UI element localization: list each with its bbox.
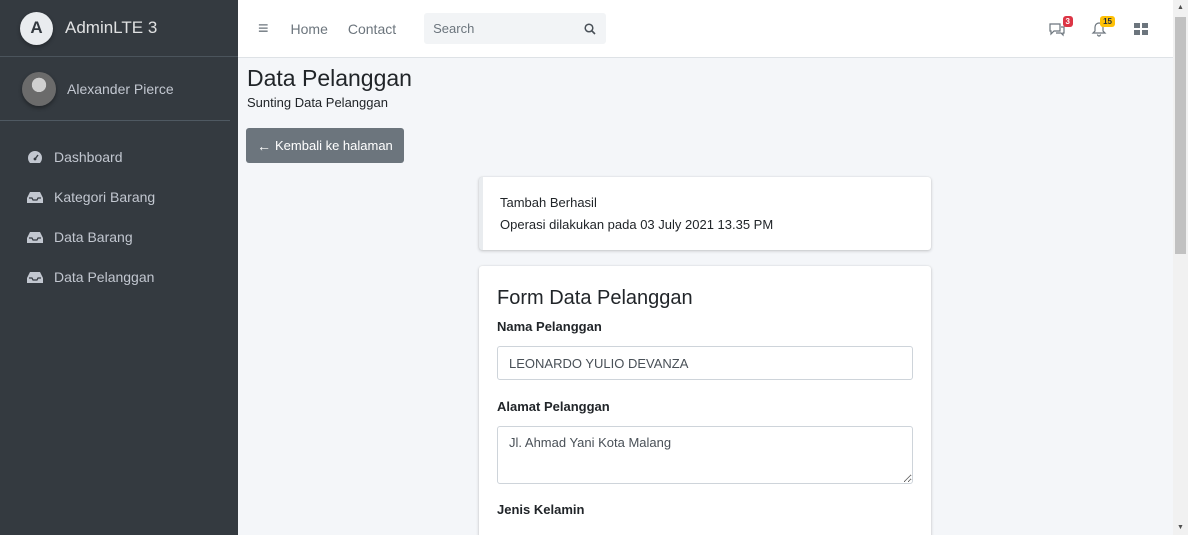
nama-pelanggan-input[interactable] xyxy=(497,346,913,380)
content-wrapper: Data Pelanggan Sunting Data Pelanggan ← … xyxy=(238,58,1173,535)
alamat-pelanggan-textarea[interactable]: Jl. Ahmad Yani Kota Malang xyxy=(497,426,913,484)
user-name[interactable]: Alexander Pierce xyxy=(67,81,174,97)
tachometer-icon xyxy=(28,151,42,163)
notifications-badge: 15 xyxy=(1100,16,1115,27)
inbox-icon xyxy=(27,192,43,203)
avatar xyxy=(22,71,56,106)
page-subtitle: Sunting Data Pelanggan xyxy=(247,95,388,110)
alert-message: Operasi dilakukan pada 03 July 2021 13.3… xyxy=(500,217,774,232)
sidebar-item-dashboard[interactable]: Dashboard xyxy=(0,137,238,177)
brand-name: AdminLTE 3 xyxy=(65,18,158,37)
messages-dropdown[interactable]: 3 xyxy=(1047,16,1073,39)
messages-badge: 3 xyxy=(1062,16,1073,27)
sidebar-item-data-pelanggan[interactable]: Data Pelanggan xyxy=(0,257,238,297)
brand-logo: A xyxy=(20,11,53,45)
alamat-label: Alamat Pelanggan xyxy=(497,399,610,414)
search-input[interactable] xyxy=(425,21,576,36)
form-card: Form Data Pelanggan Nama Pelanggan Alama… xyxy=(479,266,931,535)
inbox-icon xyxy=(27,272,43,283)
top-navbar: ≡ Home Contact 3 15 xyxy=(238,0,1173,58)
scroll-down-arrow-icon[interactable]: ▼ xyxy=(1173,520,1188,535)
main-sidebar: A AdminLTE 3 Alexander Pierce Dashboard … xyxy=(0,0,238,535)
sidebar-item-label: Data Barang xyxy=(54,229,133,245)
navbar-right: 3 15 xyxy=(1025,0,1151,58)
success-callout: Tambah Berhasil Operasi dilakukan pada 0… xyxy=(479,177,931,250)
back-button-label: Kembali ke halaman xyxy=(275,138,393,153)
inbox-icon xyxy=(27,232,43,243)
nama-label: Nama Pelanggan xyxy=(497,319,602,334)
brand-logo-letter: A xyxy=(30,18,43,37)
form-title: Form Data Pelanggan xyxy=(497,287,693,309)
search-button[interactable] xyxy=(575,14,605,43)
page-scrollbar[interactable]: ▲ ▼ xyxy=(1173,0,1188,535)
back-button[interactable]: ← Kembali ke halaman xyxy=(246,128,404,163)
th-large-icon xyxy=(1134,23,1148,35)
scroll-up-arrow-icon[interactable]: ▲ xyxy=(1173,0,1188,15)
page-title: Data Pelanggan xyxy=(247,65,412,91)
jenis-kelamin-label: Jenis Kelamin xyxy=(497,502,585,517)
sidebar-item-label: Kategori Barang xyxy=(54,189,156,205)
brand-link[interactable]: A AdminLTE 3 xyxy=(0,0,238,57)
notifications-dropdown[interactable]: 15 xyxy=(1089,16,1115,39)
arrow-left-icon: ← xyxy=(257,137,271,154)
search-icon xyxy=(584,22,596,35)
nav-link-contact[interactable]: Contact xyxy=(348,21,396,37)
alert-title: Tambah Berhasil xyxy=(500,195,597,210)
nav-link-home[interactable]: Home xyxy=(291,21,328,37)
user-panel[interactable]: Alexander Pierce xyxy=(0,57,230,121)
sidebar-item-label: Data Pelanggan xyxy=(54,269,155,285)
sidebar-nav: Dashboard Kategori Barang Data Barang Da… xyxy=(0,121,238,297)
control-sidebar-toggle[interactable] xyxy=(1131,19,1151,39)
hamburger-icon[interactable]: ≡ xyxy=(258,18,269,39)
sidebar-item-kategori-barang[interactable]: Kategori Barang xyxy=(0,177,238,217)
sidebar-item-label: Dashboard xyxy=(54,149,123,165)
sidebar-item-data-barang[interactable]: Data Barang xyxy=(0,217,238,257)
search-form xyxy=(424,13,607,44)
scroll-thumb[interactable] xyxy=(1175,17,1186,254)
